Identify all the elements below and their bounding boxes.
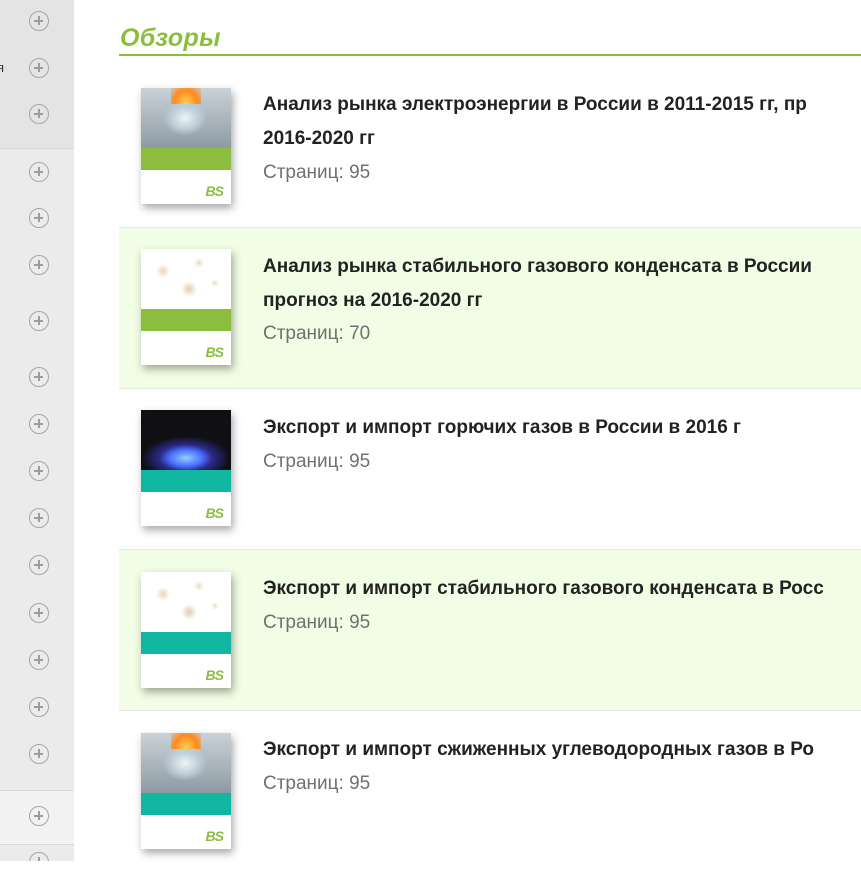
report-pages: Страниц: 95 <box>263 612 371 633</box>
expand-plus-icon[interactable] <box>29 162 49 182</box>
cover-logo: BS <box>205 183 224 199</box>
expand-plus-icon[interactable] <box>29 11 49 31</box>
report-title[interactable]: Экспорт и импорт сжиженных углеводородны… <box>263 733 861 767</box>
cover-image-bubbles <box>141 572 231 632</box>
cover-image-gas-burner <box>141 410 231 470</box>
sidebar-divider <box>0 844 74 845</box>
expand-plus-icon[interactable] <box>29 104 49 124</box>
report-cover[interactable]: BS <box>141 88 231 204</box>
report-cover[interactable]: BS <box>141 572 231 688</box>
sidebar-item-label[interactable]: я <box>0 60 4 75</box>
report-title[interactable]: Анализ рынка электроэнергии в России в 2… <box>263 88 861 156</box>
expand-plus-icon[interactable] <box>29 208 49 228</box>
report-title[interactable]: Анализ рынка стабильного газового конден… <box>263 250 861 318</box>
cover-logo: BS <box>205 344 224 360</box>
expand-plus-icon[interactable] <box>29 744 49 764</box>
report-pages: Страниц: 95 <box>263 451 371 472</box>
report-list-item: BS Анализ рынка электроэнергии в России … <box>119 66 861 227</box>
report-list-item: BS Экспорт и импорт сжиженных углеводоро… <box>119 711 861 872</box>
cover-band <box>141 148 231 170</box>
expand-plus-icon[interactable] <box>29 367 49 387</box>
report-cover[interactable]: BS <box>141 249 231 365</box>
cover-logo: BS <box>205 828 224 844</box>
cover-band <box>141 470 231 492</box>
report-list-item: BS Анализ рынка стабильного газового кон… <box>119 228 861 389</box>
report-pages: Страниц: 95 <box>263 162 371 183</box>
category-sidebar: я <box>0 0 74 861</box>
expand-plus-icon[interactable] <box>29 58 49 78</box>
sidebar-divider <box>0 790 74 791</box>
cover-logo: BS <box>205 667 224 683</box>
cover-band <box>141 632 231 654</box>
expand-plus-icon[interactable] <box>29 852 49 861</box>
expand-plus-icon[interactable] <box>29 555 49 575</box>
report-cover[interactable]: BS <box>141 410 231 526</box>
report-list-item: BS Экспорт и импорт стабильного газового… <box>119 550 861 711</box>
cover-image-ice <box>141 88 231 148</box>
report-pages: Страниц: 95 <box>263 773 371 794</box>
section-title: Обзоры <box>120 24 221 52</box>
expand-plus-icon[interactable] <box>29 603 49 623</box>
section-divider <box>119 54 861 56</box>
report-title[interactable]: Экспорт и импорт стабильного газового ко… <box>263 572 861 606</box>
sidebar-divider <box>0 148 74 149</box>
cover-band <box>141 309 231 331</box>
expand-plus-icon[interactable] <box>29 650 49 670</box>
expand-plus-icon[interactable] <box>29 461 49 481</box>
expand-plus-icon[interactable] <box>29 508 49 528</box>
cover-band <box>141 793 231 815</box>
expand-plus-icon[interactable] <box>29 311 49 331</box>
expand-plus-icon[interactable] <box>29 697 49 717</box>
cover-image-ice <box>141 733 231 793</box>
expand-plus-icon[interactable] <box>29 806 49 826</box>
cover-image-bubbles <box>141 249 231 309</box>
expand-plus-icon[interactable] <box>29 414 49 434</box>
report-cover[interactable]: BS <box>141 733 231 849</box>
report-title[interactable]: Экспорт и импорт горючих газов в России … <box>263 411 861 445</box>
cover-logo: BS <box>205 505 224 521</box>
expand-plus-icon[interactable] <box>29 255 49 275</box>
report-list-item: BS Экспорт и импорт горючих газов в Росс… <box>119 389 861 550</box>
report-pages: Страниц: 70 <box>263 323 371 344</box>
